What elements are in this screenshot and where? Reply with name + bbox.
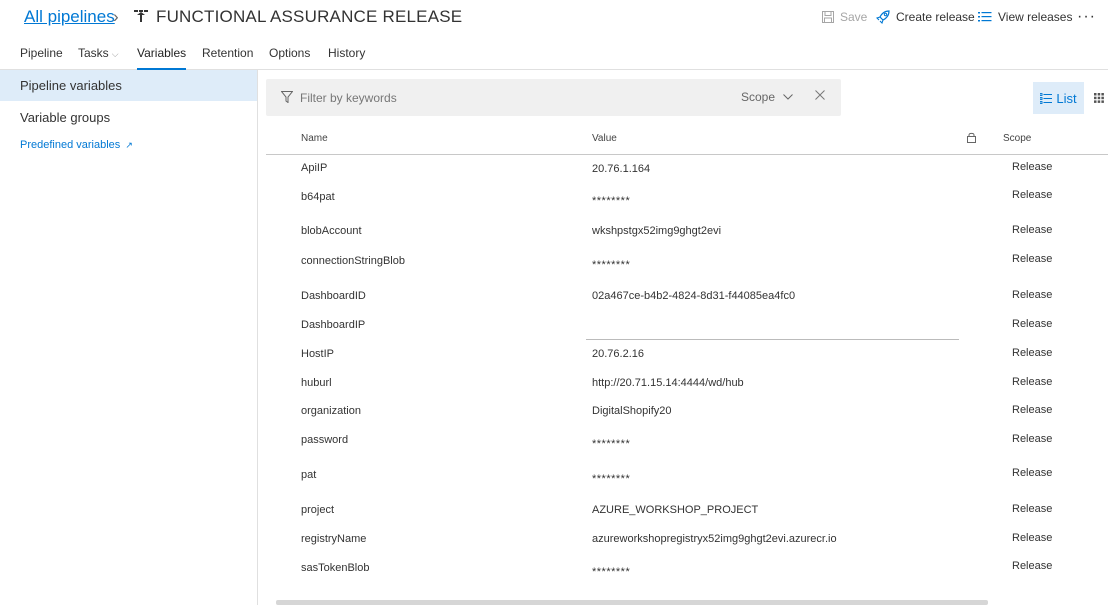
- variable-name[interactable]: project: [301, 504, 334, 516]
- predefined-variables-label: Predefined variables: [20, 139, 121, 151]
- tab-options[interactable]: Options: [269, 46, 310, 60]
- variable-value[interactable]: DigitalShopify20: [592, 405, 672, 417]
- variable-name[interactable]: organization: [301, 405, 361, 417]
- variable-scope[interactable]: Release: [1012, 404, 1052, 416]
- variable-name[interactable]: b64pat: [301, 191, 335, 203]
- variable-value[interactable]: AZURE_WORKSHOP_PROJECT: [592, 504, 758, 516]
- tab-bar: Pipeline Tasks ⌵ Variables Retention Opti…: [0, 38, 1108, 70]
- create-release-button[interactable]: Create release: [876, 10, 975, 24]
- sidebar-item-pipeline-variables[interactable]: Pipeline variables: [0, 70, 257, 101]
- variable-name[interactable]: huburl: [301, 377, 332, 389]
- variable-value[interactable]: wkshpstgx52img9ghgt2evi: [592, 225, 721, 237]
- variable-scope[interactable]: Release: [1012, 467, 1052, 479]
- filter-keywords-input[interactable]: [300, 90, 680, 106]
- variable-scope[interactable]: Release: [1012, 289, 1052, 301]
- horizontal-scrollbar[interactable]: [276, 600, 988, 605]
- variable-scope[interactable]: Release: [1012, 318, 1052, 330]
- variables-side-nav: Pipeline variables Variable groups Prede…: [0, 70, 258, 605]
- column-header-scope[interactable]: Scope: [1003, 133, 1031, 144]
- filter-icon: [281, 91, 293, 103]
- save-icon: [822, 11, 834, 23]
- variable-scope[interactable]: Release: [1012, 433, 1052, 445]
- variable-value-secret[interactable]: ********: [592, 566, 630, 578]
- variable-scope[interactable]: Release: [1012, 189, 1052, 201]
- variable-name[interactable]: pat: [301, 469, 316, 481]
- tab-variables[interactable]: Variables: [137, 46, 187, 70]
- grid-view-icon[interactable]: [1094, 93, 1104, 103]
- scope-dropdown-label: Scope: [741, 90, 776, 104]
- variable-name[interactable]: HostIP: [301, 348, 334, 360]
- variable-scope[interactable]: Release: [1012, 503, 1052, 515]
- variable-value[interactable]: 20.76.2.16: [592, 348, 644, 360]
- variable-value-secret[interactable]: ********: [592, 195, 630, 207]
- column-header-name[interactable]: Name: [301, 133, 328, 144]
- save-button[interactable]: Save: [822, 10, 867, 24]
- create-release-label: Create release: [896, 10, 975, 24]
- variable-name[interactable]: DashboardIP: [301, 319, 365, 331]
- variable-name[interactable]: password: [301, 434, 348, 446]
- filter-bar: Scope: [266, 79, 841, 116]
- variable-scope[interactable]: Release: [1012, 560, 1052, 572]
- release-pipeline-icon: [134, 10, 148, 22]
- page-title: FUNCTIONAL ASSURANCE RELEASE: [156, 7, 463, 26]
- variable-value[interactable]: 20.76.1.164: [592, 163, 650, 175]
- save-label: Save: [840, 10, 868, 24]
- tab-pipeline[interactable]: Pipeline: [20, 46, 63, 60]
- tab-retention[interactable]: Retention: [202, 46, 253, 60]
- breadcrumb-all-pipelines-link[interactable]: All pipelines: [24, 7, 115, 27]
- list-view-icon: [1040, 92, 1053, 104]
- scope-dropdown[interactable]: Scope: [741, 90, 793, 104]
- variable-name[interactable]: ApiIP: [301, 162, 327, 174]
- variable-scope[interactable]: Release: [1012, 532, 1052, 544]
- more-actions-button[interactable]: ···: [1077, 8, 1096, 26]
- variable-scope[interactable]: Release: [1012, 376, 1052, 388]
- view-releases-label: View releases: [998, 10, 1073, 24]
- header-bar: All pipelines › FUNCTIONAL ASSURANCE REL…: [0, 0, 1108, 36]
- value-input-underline[interactable]: [586, 339, 959, 340]
- variable-scope[interactable]: Release: [1012, 253, 1052, 265]
- chevron-down-icon: ⌵: [111, 49, 119, 59]
- chevron-down-icon: [783, 94, 793, 100]
- clear-filter-icon[interactable]: [815, 90, 825, 100]
- sidebar-item-variable-groups[interactable]: Variable groups: [0, 102, 257, 133]
- lock-icon: [967, 132, 976, 143]
- column-header-value[interactable]: Value: [592, 133, 617, 144]
- view-releases-button[interactable]: View releases: [978, 10, 1072, 24]
- list-view-toggle[interactable]: List: [1033, 82, 1084, 114]
- variable-value[interactable]: azureworkshopregistryx52img9ghgt2evi.azu…: [592, 533, 837, 545]
- tab-history[interactable]: History: [328, 46, 365, 60]
- variables-table-header: Name Value Scope: [266, 128, 1108, 155]
- variable-name[interactable]: registryName: [301, 533, 366, 545]
- rocket-icon: [876, 10, 890, 24]
- variable-value-secret[interactable]: ********: [592, 438, 630, 450]
- variable-value-secret[interactable]: ********: [592, 259, 630, 271]
- list-icon: [978, 12, 992, 22]
- tab-tasks-label: Tasks: [78, 46, 109, 60]
- external-link-icon: ↗: [125, 140, 133, 150]
- variable-name[interactable]: sasTokenBlob: [301, 562, 370, 574]
- variable-name[interactable]: DashboardID: [301, 290, 366, 302]
- variable-scope[interactable]: Release: [1012, 161, 1052, 173]
- variable-scope[interactable]: Release: [1012, 347, 1052, 359]
- variable-value[interactable]: http://20.71.15.14:4444/wd/hub: [592, 377, 744, 389]
- variable-value[interactable]: 02a467ce-b4b2-4824-8d31-f44085ea4fc0: [592, 290, 795, 302]
- tab-tasks[interactable]: Tasks ⌵: [78, 46, 119, 60]
- breadcrumb-chevron-icon: ›: [113, 7, 119, 26]
- more-icon: ···: [1077, 8, 1096, 25]
- variable-scope[interactable]: Release: [1012, 224, 1052, 236]
- variable-name[interactable]: blobAccount: [301, 225, 362, 237]
- variable-name[interactable]: connectionStringBlob: [301, 255, 405, 267]
- list-view-label: List: [1056, 90, 1077, 106]
- predefined-variables-link[interactable]: Predefined variables ↗: [20, 139, 133, 151]
- variable-value-secret[interactable]: ********: [592, 473, 630, 485]
